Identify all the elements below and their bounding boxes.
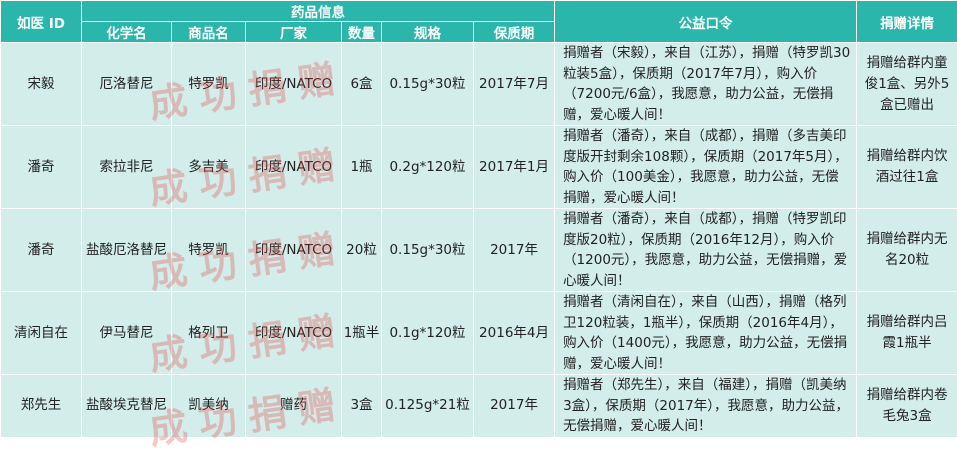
col-header-id: 如医 ID: [1, 1, 82, 43]
cell-donation-detail: 捐赠给群内吕霞1瓶半: [857, 292, 957, 375]
donation-table-page: 如医 ID 药品信息 公益口令 捐赠详情 化学名 商品名 厂家 数量 规格 保质…: [0, 0, 957, 442]
col-header-maker: 厂家: [246, 22, 342, 43]
cell-slogan: 捐赠者（潘奇），来自（成都），捐赠（多吉美印度版开封剩余108颗），保质期（20…: [555, 126, 857, 209]
col-header-qty: 数量: [342, 22, 382, 43]
cell-expiry: 2016年4月: [474, 292, 555, 375]
cell-donor-id: 清闲自在: [1, 292, 82, 375]
cell-specification: 0.125g*21粒: [382, 375, 474, 438]
col-header-detail: 捐赠详情: [857, 1, 957, 43]
col-header-spec: 规格: [382, 22, 474, 43]
cell-quantity: 6盒: [342, 43, 382, 126]
table-row: 郑先生盐酸埃克替尼凯美纳赠药3盒0.125g*21粒2017年捐赠者（郑先生），…: [1, 375, 957, 438]
cell-specification: 0.2g*120粒: [382, 126, 474, 209]
table-row: 潘奇索拉非尼多吉美印度/NATCO1瓶0.2g*120粒2017年1月捐赠者（潘…: [1, 126, 957, 209]
col-header-chem: 化学名: [82, 22, 172, 43]
cell-expiry: 2017年7月: [474, 43, 555, 126]
cell-specification: 0.15g*30粒: [382, 43, 474, 126]
cell-quantity: 1瓶半: [342, 292, 382, 375]
table-row: 清闲自在伊马替尼格列卫印度/NATCO1瓶半0.1g*120粒2016年4月捐赠…: [1, 292, 957, 375]
col-header-brand: 商品名: [172, 22, 246, 43]
cell-chemical-name: 厄洛替尼: [82, 43, 172, 126]
cell-specification: 0.15g*30粒: [382, 209, 474, 292]
cell-chemical-name: 伊马替尼: [82, 292, 172, 375]
cell-manufacturer: 印度/NATCO: [246, 126, 342, 209]
cell-manufacturer: 印度/NATCO: [246, 209, 342, 292]
cell-quantity: 1瓶: [342, 126, 382, 209]
cell-donation-detail: 捐赠给群内无名20粒: [857, 209, 957, 292]
cell-quantity: 3盒: [342, 375, 382, 438]
cell-expiry: 2017年: [474, 375, 555, 438]
cell-brand-name: 特罗凯: [172, 43, 246, 126]
cell-expiry: 2017年1月: [474, 126, 555, 209]
cell-expiry: 2017年: [474, 209, 555, 292]
cell-donation-detail: 捐赠给群内饮酒过往1盒: [857, 126, 957, 209]
cell-manufacturer: 印度/NATCO: [246, 43, 342, 126]
table-row: 潘奇盐酸厄洛替尼特罗凯印度/NATCO20粒0.15g*30粒2017年捐赠者（…: [1, 209, 957, 292]
cell-donor-id: 宋毅: [1, 43, 82, 126]
cell-donor-id: 潘奇: [1, 126, 82, 209]
cell-brand-name: 多吉美: [172, 126, 246, 209]
col-header-slogan: 公益口令: [555, 1, 857, 43]
cell-chemical-name: 盐酸埃克替尼: [82, 375, 172, 438]
cell-quantity: 20粒: [342, 209, 382, 292]
cell-specification: 0.1g*120粒: [382, 292, 474, 375]
cell-slogan: 捐赠者（宋毅），来自（江苏），捐赠（特罗凯30粒装5盒），保质期（2017年7月…: [555, 43, 857, 126]
col-header-expiry: 保质期: [474, 22, 555, 43]
cell-donor-id: 潘奇: [1, 209, 82, 292]
table-row: 宋毅厄洛替尼特罗凯印度/NATCO6盒0.15g*30粒2017年7月捐赠者（宋…: [1, 43, 957, 126]
cell-slogan: 捐赠者（清闲自在），来自（山西），捐赠（格列卫120粒装，1瓶半），保质期（20…: [555, 292, 857, 375]
cell-chemical-name: 索拉非尼: [82, 126, 172, 209]
donation-table: 如医 ID 药品信息 公益口令 捐赠详情 化学名 商品名 厂家 数量 规格 保质…: [0, 0, 957, 438]
cell-slogan: 捐赠者（郑先生），来自（福建），捐赠（凯美纳3盒），保质期（2017年），我愿意…: [555, 375, 857, 438]
cell-slogan: 捐赠者（潘奇），来自（成都），捐赠（特罗凯印度版20粒），保质期（2016年12…: [555, 209, 857, 292]
cell-brand-name: 凯美纳: [172, 375, 246, 438]
cell-donor-id: 郑先生: [1, 375, 82, 438]
cell-manufacturer: 赠药: [246, 375, 342, 438]
cell-manufacturer: 印度/NATCO: [246, 292, 342, 375]
cell-donation-detail: 捐赠给群内卷毛兔3盒: [857, 375, 957, 438]
cell-brand-name: 格列卫: [172, 292, 246, 375]
cell-donation-detail: 捐赠给群内童俊1盒、另外5盒已赠出: [857, 43, 957, 126]
col-group-drug-info: 药品信息: [82, 1, 555, 22]
cell-brand-name: 特罗凯: [172, 209, 246, 292]
cell-chemical-name: 盐酸厄洛替尼: [82, 209, 172, 292]
